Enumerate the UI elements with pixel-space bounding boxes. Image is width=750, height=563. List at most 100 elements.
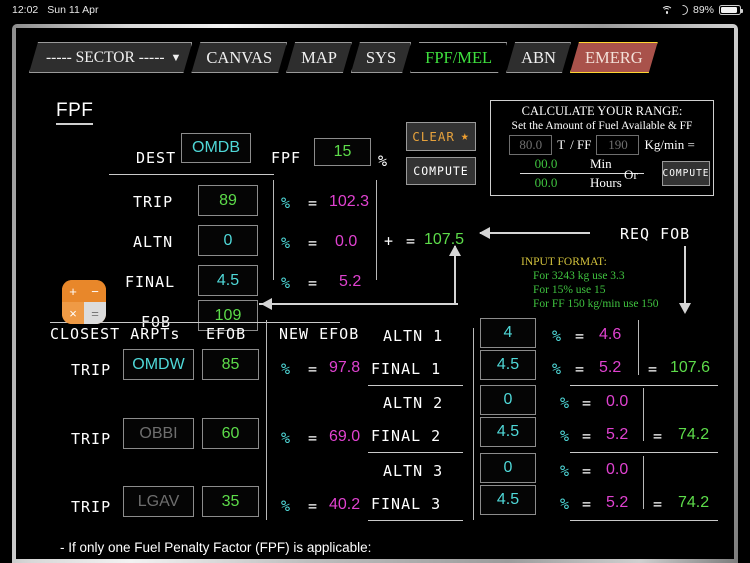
ff-label: / FF xyxy=(570,137,592,152)
status-bar: 12:02 Sun 11 Apr 89% xyxy=(0,0,750,20)
altn-result: 0.0 xyxy=(335,233,358,250)
divider xyxy=(570,452,718,453)
efob-header: EFOB xyxy=(206,325,247,343)
altn-3-label: ALTN 3 xyxy=(383,462,444,480)
battery-percent-label: 89% xyxy=(692,4,714,16)
final-1-equals: = xyxy=(575,360,585,378)
clear-button[interactable]: CLEAR ★ xyxy=(406,122,476,151)
altn-percent-symbol: % xyxy=(281,234,291,252)
status-bar-right: 89% xyxy=(660,4,743,16)
arpt-row-1-efob-field[interactable]: 85 xyxy=(202,349,259,380)
arpt-row-3-equals: = xyxy=(308,497,318,515)
final-1-percent-symbol: % xyxy=(552,360,562,378)
arpt-row-1-trip-label: TRIP xyxy=(71,361,112,379)
arpt-row-2-new-efob: 69.0 xyxy=(329,428,361,445)
tab-abn-label: ABN xyxy=(521,47,556,67)
divider xyxy=(570,520,718,521)
altn-3-field[interactable]: 0 xyxy=(480,453,536,483)
final-2-field[interactable]: 4.5 xyxy=(480,417,536,447)
clock: 12:02 xyxy=(12,4,39,16)
divider xyxy=(368,520,463,521)
final-1-result: 5.2 xyxy=(599,359,622,376)
input-format-line-1: For 3243 kg use 3.3 xyxy=(533,270,625,282)
final-percent-symbol: % xyxy=(281,274,291,292)
arpt-row-1-airport-field[interactable]: OMDW xyxy=(123,349,194,380)
compute-button[interactable]: COMPUTE xyxy=(406,157,476,185)
crescent-moon-icon xyxy=(678,5,688,15)
arpt-row-2-airport-field[interactable]: OBBI xyxy=(123,418,194,449)
altn-2-percent-symbol: % xyxy=(560,394,570,412)
arpt-row-1-percent-symbol: % xyxy=(281,360,291,378)
sum-up-arrow-icon xyxy=(449,245,461,304)
trip-percent-symbol: % xyxy=(281,194,291,212)
fpf-label: FPF xyxy=(271,149,302,167)
final-3-field[interactable]: 4.5 xyxy=(480,485,536,515)
range-minutes-value: 00.0 xyxy=(534,156,558,171)
tab-emerg[interactable]: EMERG xyxy=(570,42,658,73)
calculator-equals-key: = xyxy=(84,302,106,324)
altn-2-result: 0.0 xyxy=(606,393,629,410)
divider xyxy=(376,180,377,280)
range-panel-subtitle: Set the Amount of Fuel Available & FF xyxy=(511,120,693,132)
final-2-result: 5.2 xyxy=(606,426,629,443)
tab-canvas[interactable]: CANVAS xyxy=(191,42,287,73)
altn-1-field[interactable]: 4 xyxy=(480,318,536,348)
arpt-row-3-airport-field[interactable]: LGAV xyxy=(123,486,194,517)
group-3-total-equals: = xyxy=(653,495,663,513)
arpt-row-3-efob-field[interactable]: 35 xyxy=(202,486,259,517)
altn-3-percent-symbol: % xyxy=(560,462,570,480)
calculator-plus-key: + xyxy=(62,280,84,302)
fpf-percent-symbol: % xyxy=(378,152,388,170)
arpt-row-2-equals: = xyxy=(308,429,318,447)
calculator-minus-key: − xyxy=(84,280,106,302)
date-label: Sun 11 Apr xyxy=(47,4,99,16)
footnote-text: - If only one Fuel Penalty Factor (FPF) … xyxy=(60,540,372,555)
altn-2-field[interactable]: 0 xyxy=(480,385,536,415)
trip-result: 102.3 xyxy=(329,193,370,210)
tab-bar: ----- SECTOR ----- ▼ CANVAS MAP SYS FPF/… xyxy=(29,40,658,73)
divider xyxy=(570,385,718,386)
divider xyxy=(643,456,644,509)
tab-fpf-mel[interactable]: FPF/MEL xyxy=(410,42,507,73)
req-fob-label: REQ FOB xyxy=(620,225,691,243)
status-bar-left: 12:02 Sun 11 Apr xyxy=(12,4,98,16)
calculator-icon[interactable]: + − × = xyxy=(62,280,106,324)
altn-field[interactable]: 0 xyxy=(198,225,258,256)
altn-equals: = xyxy=(308,234,318,252)
star-icon: ★ xyxy=(460,129,470,144)
divider xyxy=(638,320,639,375)
arpt-row-2-efob-field[interactable]: 60 xyxy=(202,418,259,449)
arpt-row-2-trip-label: TRIP xyxy=(71,430,112,448)
altn-1-percent-symbol: % xyxy=(552,327,562,345)
divider xyxy=(368,452,463,453)
tab-abn[interactable]: ABN xyxy=(506,42,571,73)
sum-plus-symbol: + xyxy=(384,232,394,250)
tab-sys-label: SYS xyxy=(365,47,397,67)
fuel-available-input[interactable]: 80.0 xyxy=(509,135,553,155)
tab-fpf-mel-label: FPF/MEL xyxy=(425,47,493,67)
range-compute-button[interactable]: COMPUTE xyxy=(662,161,710,186)
divider xyxy=(643,388,644,441)
final-1-field[interactable]: 4.5 xyxy=(480,350,536,380)
tab-sector-dropdown[interactable]: ----- SECTOR ----- ▼ xyxy=(29,42,192,73)
arpt-row-3-trip-label: TRIP xyxy=(71,498,112,516)
dest-label: DEST xyxy=(136,149,177,167)
fpf-field[interactable]: 15 xyxy=(314,138,371,166)
altn-3-result: 0.0 xyxy=(606,461,629,478)
clear-button-label: CLEAR xyxy=(412,129,455,144)
tab-map-label: MAP xyxy=(301,47,337,67)
tab-sys[interactable]: SYS xyxy=(351,42,411,73)
dest-field[interactable]: OMDB xyxy=(181,133,251,163)
final-field[interactable]: 4.5 xyxy=(198,265,258,296)
final-2-label: FINAL 2 xyxy=(371,427,442,445)
battery-icon xyxy=(719,4,743,16)
sum-equals: = xyxy=(406,232,416,250)
trip-field[interactable]: 89 xyxy=(198,185,258,216)
divider xyxy=(109,174,274,175)
tab-emerg-label: EMERG xyxy=(584,47,643,67)
fuel-flow-input[interactable]: 190 xyxy=(596,135,640,155)
final-result: 5.2 xyxy=(339,273,362,290)
divider xyxy=(266,320,267,520)
final-label: FINAL xyxy=(125,273,176,291)
tab-map[interactable]: MAP xyxy=(286,42,352,73)
